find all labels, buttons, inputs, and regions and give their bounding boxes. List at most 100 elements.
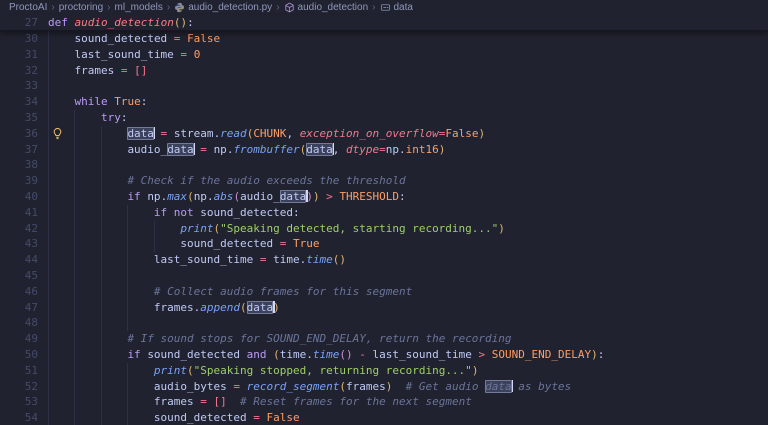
code-line-content[interactable]: last_sound_time = time.time() (154, 252, 346, 268)
line-number[interactable]: 36 (0, 126, 38, 142)
breadcrumb-item-proctoring[interactable]: proctoring (59, 2, 103, 13)
code-token: ) (478, 126, 486, 140)
code-line-content[interactable]: data = stream.read(CHUNK, exception_on_o… (127, 126, 485, 142)
line-number[interactable]: 54 (0, 410, 38, 425)
code-line-content[interactable]: frames = [] (74, 63, 147, 79)
code-token: as bytes (511, 379, 572, 393)
code-line-47: 47 frames.append(data) (0, 299, 768, 316)
indent-guide (74, 204, 76, 221)
code-line-content[interactable]: # Collect audio frames for this segment (154, 284, 412, 300)
code-line-44: 44 last_sound_time = time.time() (0, 252, 768, 268)
indent-guide (74, 173, 76, 189)
breadcrumb-label: ml_models (114, 2, 163, 13)
code-line-content[interactable]: if np.max(np.abs(audio_data)) > THRESHOL… (127, 189, 406, 205)
code-line-content[interactable]: audio_bytes = record_segment(frames) # G… (154, 379, 571, 395)
code-token: # If sound stops for SOUND_END_DELAY, re… (127, 332, 512, 346)
line-number[interactable]: 32 (0, 63, 38, 79)
code-line-32: 32 frames = [] (0, 62, 768, 79)
breadcrumb-item-audio-detection[interactable]: audio_detection (284, 2, 368, 13)
code-token: ( (187, 363, 194, 377)
code-token: : (292, 205, 300, 219)
code-token: ) (306, 189, 313, 203)
line-number[interactable]: 53 (0, 394, 38, 410)
line-number[interactable]: 44 (0, 252, 38, 268)
indent-guide (74, 236, 76, 253)
code-token: if (127, 189, 148, 203)
code-token: > (319, 189, 340, 203)
line-number[interactable]: 33 (0, 78, 38, 94)
code-line-content[interactable]: sound_detected = False (74, 31, 220, 47)
code-token: . (399, 142, 406, 156)
code-token: ) (498, 221, 505, 235)
code-line-content[interactable]: def audio_detection(): (48, 15, 194, 31)
indent-guide (74, 125, 76, 142)
code-line-content[interactable]: while True: (74, 94, 147, 110)
line-number[interactable]: 27 (0, 15, 38, 31)
code-token: np (385, 142, 400, 156)
code-line-content[interactable]: sound_detected = True (180, 236, 319, 252)
line-number[interactable]: 41 (0, 205, 38, 221)
code-line-content[interactable]: if sound_detected and (time.time() - las… (127, 347, 604, 363)
breadcrumb-item-audio-detection-py[interactable]: audio_detection.py (174, 2, 272, 13)
line-number[interactable]: 38 (0, 157, 38, 173)
breadcrumb-label: audio_detection.py (188, 2, 273, 13)
code-line-content[interactable]: sound_detected = False (154, 410, 300, 425)
line-number[interactable]: 48 (0, 315, 38, 331)
line-number[interactable]: 40 (0, 189, 38, 205)
symbol-method-icon (284, 2, 295, 13)
code-line-content[interactable]: frames.append(data) (154, 300, 280, 316)
line-number[interactable]: 37 (0, 142, 38, 158)
code-token: () (339, 347, 353, 361)
breadcrumb-item-data[interactable]: data (380, 2, 413, 13)
line-number[interactable]: 49 (0, 331, 38, 347)
selected-occurrence: data (127, 126, 154, 140)
code-line-content[interactable]: # Check if the audio exceeds the thresho… (127, 173, 405, 189)
code-token: if (127, 347, 148, 361)
breadcrumb-item-ml-models[interactable]: ml_models (115, 2, 163, 13)
code-token: () (332, 253, 346, 267)
line-number[interactable]: 30 (0, 31, 38, 47)
breadcrumb-item-proctoai[interactable]: ProctoAI (9, 2, 47, 13)
code-line-51: 51 print("Speaking stopped, returning rec… (0, 362, 768, 379)
line-number[interactable]: 45 (0, 268, 38, 284)
code-token: = (273, 237, 293, 251)
line-number[interactable]: 31 (0, 47, 38, 63)
code-line-content[interactable]: last_sound_time = 0 (74, 47, 200, 63)
code-line-content[interactable]: audio_data = np.frombuffer(data, dtype=n… (127, 142, 445, 158)
code-line-content[interactable]: if not sound_detected: (154, 205, 300, 221)
line-number[interactable]: 34 (0, 94, 38, 110)
indent-guide (74, 157, 76, 174)
code-token: sound_detected (147, 347, 241, 361)
indent-guide (127, 252, 129, 268)
sticky-scroll-line[interactable]: 27 def audio_detection(): (0, 15, 768, 31)
line-number[interactable]: 42 (0, 221, 38, 237)
code-line-content[interactable]: try: (101, 110, 128, 126)
code-token: = (114, 63, 135, 77)
code-token: : (140, 95, 148, 109)
line-number[interactable]: 50 (0, 347, 38, 363)
code-token: [] (213, 395, 227, 409)
line-number[interactable]: 39 (0, 173, 38, 189)
line-number[interactable]: 43 (0, 236, 38, 252)
line-number[interactable]: 51 (0, 363, 38, 379)
code-line-content[interactable]: frames = [] # Reset frames for the next … (154, 394, 472, 410)
code-line-53: 53 frames = [] # Reset frames for the nex… (0, 394, 768, 411)
code-line-content[interactable]: print("Speaking detected, starting recor… (180, 221, 505, 237)
line-number[interactable]: 46 (0, 284, 38, 300)
code-line-content[interactable]: # If sound stops for SOUND_END_DELAY, re… (127, 331, 511, 347)
code-token: = (193, 142, 214, 156)
code-token: : (399, 189, 406, 203)
lightbulb-icon[interactable] (51, 127, 64, 140)
indent-guide (100, 188, 102, 205)
code-line-40: 40 if np.max(np.abs(audio_data)) > THRESH… (0, 188, 768, 205)
code-token: frombuffer (233, 142, 300, 156)
line-number[interactable]: 35 (0, 110, 38, 126)
selected-occurrence: data (485, 379, 512, 393)
code-token: try (100, 110, 121, 124)
line-number[interactable]: 47 (0, 300, 38, 316)
selected-occurrence: data (306, 142, 333, 156)
line-number[interactable]: 52 (0, 379, 38, 395)
code-line-content[interactable]: print("Speaking stopped, returning recor… (154, 363, 479, 379)
code-token: print (180, 221, 214, 235)
code-token: = (173, 47, 194, 61)
